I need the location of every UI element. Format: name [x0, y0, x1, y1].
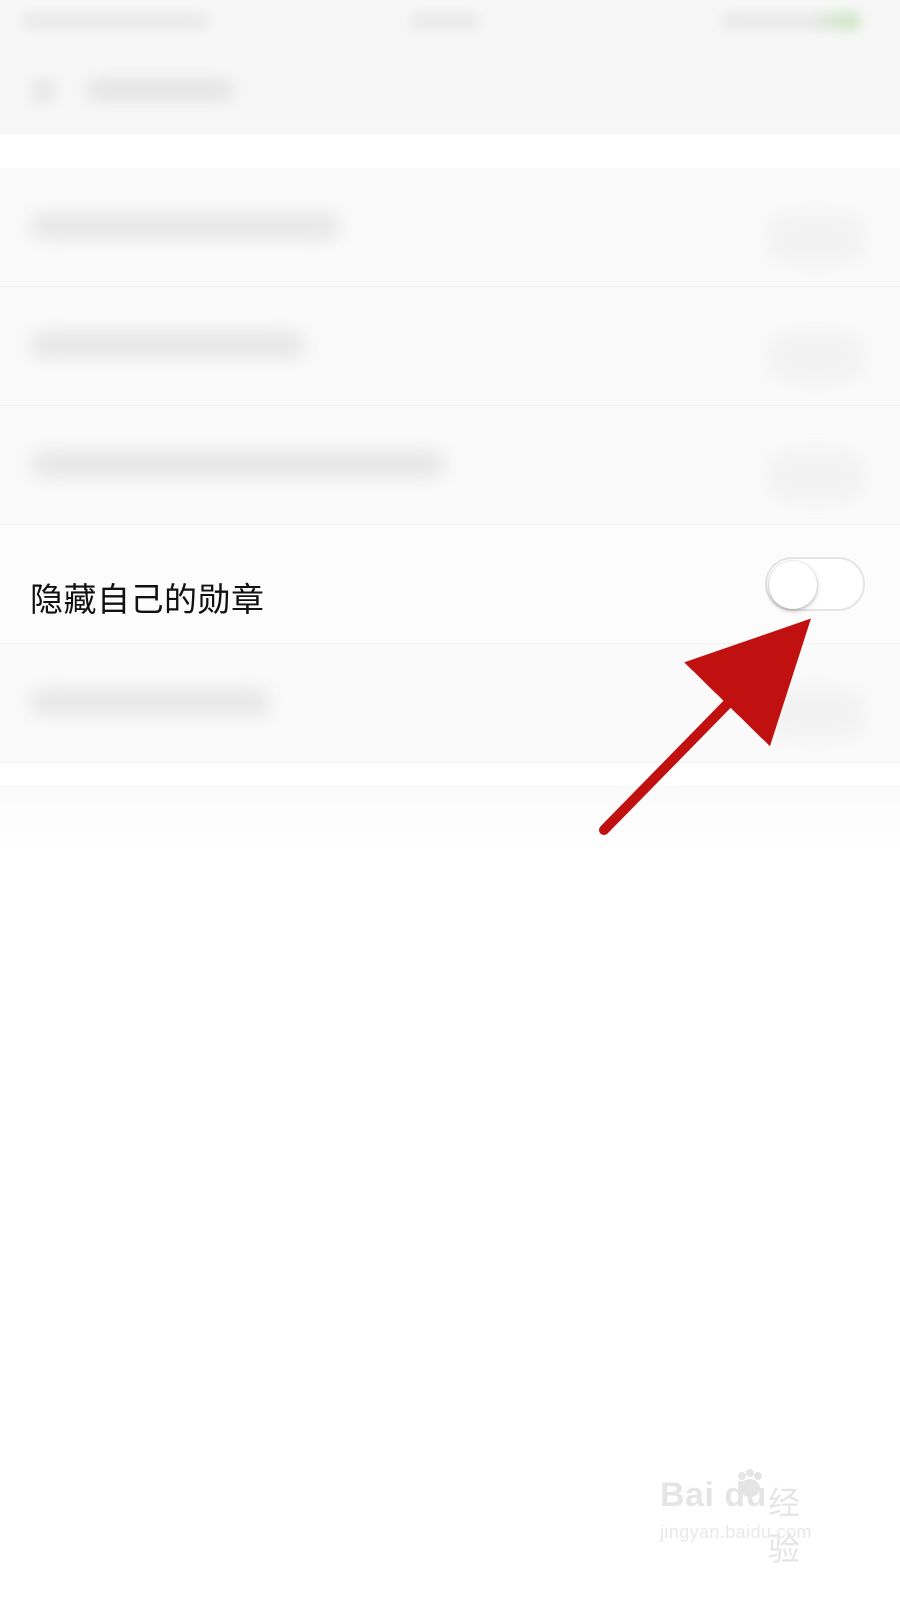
page-title-blurred — [86, 78, 234, 102]
hide-badges-toggle[interactable] — [765, 557, 865, 611]
status-right-blurred — [720, 12, 860, 30]
hide-badges-row[interactable]: 隐藏自己的勋章 — [0, 525, 900, 644]
hide-badges-label: 隐藏自己的勋章 — [30, 580, 265, 619]
list-end-fade — [0, 785, 900, 855]
settings-row-blurred-2[interactable] — [0, 287, 900, 406]
label-blurred — [30, 450, 445, 478]
settings-row-blurred-3[interactable] — [0, 406, 900, 525]
label-blurred — [30, 331, 305, 359]
status-bar — [0, 0, 900, 44]
label-blurred — [30, 688, 270, 716]
status-left-blurred — [20, 12, 210, 30]
toggle-blurred[interactable] — [766, 688, 866, 740]
navigation-bar — [0, 44, 900, 134]
toggle-blurred[interactable] — [766, 331, 866, 383]
label-blurred — [30, 212, 340, 240]
paw-icon — [738, 1469, 762, 1497]
settings-row-blurred-1[interactable] — [0, 168, 900, 287]
toggle-knob — [769, 561, 817, 609]
settings-row-blurred-4[interactable] — [0, 644, 900, 763]
toggle-blurred[interactable] — [766, 450, 866, 502]
status-center-blurred — [410, 12, 480, 30]
settings-list: 隐藏自己的勋章 — [0, 168, 900, 763]
watermark: Bai du 经验 jingyan.baidu.com — [660, 1464, 830, 1568]
toggle-blurred[interactable] — [766, 212, 866, 264]
chevron-left-icon[interactable] — [30, 78, 56, 104]
watermark-url: jingyan.baidu.com — [660, 1522, 812, 1542]
